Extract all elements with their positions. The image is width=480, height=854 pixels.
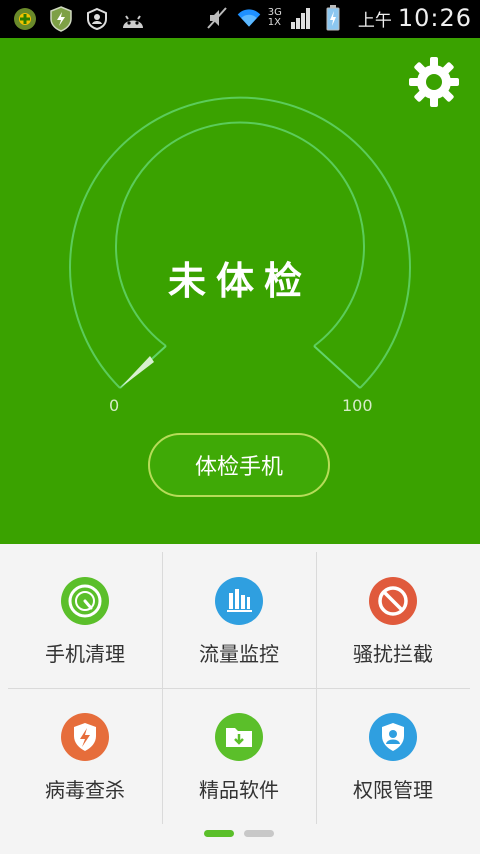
checkup-status: 未体检 — [167, 259, 312, 303]
status-bar: 3G 1X 上午 10:26 — [0, 0, 480, 38]
signal-icon — [288, 5, 314, 31]
feature-label: 骚扰拦截 — [353, 642, 433, 666]
feature-label: 手机清理 — [45, 642, 125, 666]
mute-icon — [204, 5, 230, 31]
account-icon — [84, 6, 110, 32]
battery-charging-icon — [320, 5, 346, 31]
virus-shield-icon — [61, 713, 109, 761]
block-icon — [369, 577, 417, 625]
feature-label: 病毒查杀 — [45, 778, 125, 802]
bar-chart-icon — [215, 577, 263, 625]
feature-label: 精品软件 — [199, 778, 279, 802]
feature-traffic-monitor[interactable]: 流量监控 — [162, 552, 316, 688]
gauge-max-label: 100 — [342, 396, 373, 415]
clock-time: 10:26 — [397, 4, 472, 32]
check-phone-button[interactable]: 体检手机 — [148, 433, 330, 497]
feature-permission-manager[interactable]: 权限管理 — [316, 688, 470, 824]
feature-label: 权限管理 — [353, 778, 433, 802]
gauge-inner-arc — [115, 121, 365, 347]
feature-harassment-block[interactable]: 骚扰拦截 — [316, 552, 470, 688]
feature-antivirus[interactable]: 病毒查杀 — [8, 688, 162, 824]
security-shield-icon — [48, 6, 74, 32]
cleanup-icon — [61, 577, 109, 625]
android-icon — [120, 6, 146, 32]
network-type: 3G 1X — [268, 8, 282, 28]
page-indicator — [204, 830, 274, 837]
clock-ampm: 上午 — [357, 10, 392, 31]
settings-gear-icon[interactable] — [408, 56, 460, 108]
feature-grid: 手机清理 流量监控 骚扰拦截 病毒查杀 精品软件 权限管理 — [8, 552, 470, 824]
gauge-needle — [120, 356, 154, 388]
user-shield-icon — [369, 713, 417, 761]
app-notification-icon — [12, 6, 38, 32]
gauge-right-cap — [313, 345, 361, 389]
feature-label: 流量监控 — [199, 642, 279, 666]
feature-premium-apps[interactable]: 精品软件 — [162, 688, 316, 824]
page-dot[interactable] — [244, 830, 274, 837]
page-dot-active[interactable] — [204, 830, 234, 837]
feature-cleanup[interactable]: 手机清理 — [8, 552, 162, 688]
gauge-outer-arc — [69, 96, 411, 389]
gauge-min-label: 0 — [109, 396, 120, 415]
download-folder-icon — [215, 713, 263, 761]
network-type-bottom: 1X — [267, 17, 281, 28]
wifi-icon — [236, 5, 262, 31]
